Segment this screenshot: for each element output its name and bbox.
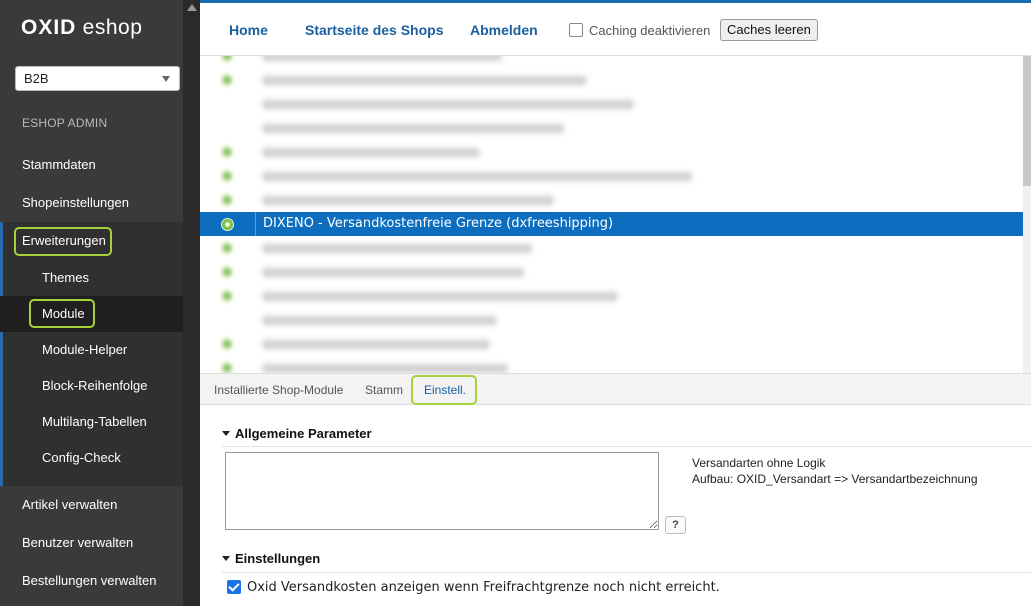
list-item[interactable] [200,56,1023,68]
sidebar-subitem-module[interactable]: Module [0,296,183,332]
blurred-title [262,268,524,277]
module-list: DIXENO - Versandkostenfreie Grenze (dxfr… [200,56,1031,373]
list-item[interactable] [200,356,1023,373]
module-tabs: Installierte Shop-Module Stamm Einstell. [200,373,1031,405]
status-dot [222,291,232,301]
list-item[interactable] [200,188,1023,212]
status-dot [222,363,232,373]
caret-down-icon [222,556,230,562]
show-shipping-cost-label: Oxid Versandkosten anzeigen wenn Freifra… [247,580,720,595]
clear-caches-button[interactable]: Caches leeren [720,19,818,41]
list-item[interactable] [200,164,1023,188]
section-einstellungen[interactable]: Einstellungen [222,551,320,566]
list-item[interactable] [200,68,1023,92]
status-dot [222,339,232,349]
status-dot [222,267,232,277]
section-divider [222,446,1031,447]
admin-page: OXID eshop B2B ESHOP ADMIN Stammdaten Sh… [0,0,1031,606]
home-link[interactable]: Home [229,22,268,38]
help-button[interactable]: ? [665,516,686,534]
blurred-title [262,172,692,181]
blurred-title [262,76,587,85]
chevron-down-icon [162,76,170,82]
list-item[interactable] [200,332,1023,356]
blurred-title [262,196,554,205]
status-dot [222,243,232,253]
scroll-up-icon[interactable] [187,4,197,11]
sidebar-scrollbar[interactable] [183,0,200,606]
list-item[interactable] [200,260,1023,284]
status-dot [222,56,232,61]
sidebar-subitem-multilang-tabellen[interactable]: Multilang-Tabellen [0,404,183,440]
sidebar-subitem-block-reihenfolge[interactable]: Block-Reihenfolge [0,368,183,404]
caching-checkbox[interactable] [569,23,583,37]
caching-label: Caching deaktivieren [589,23,711,38]
shipping-types-textarea[interactable] [225,452,659,530]
blurred-title [262,100,634,109]
status-dot [222,75,232,85]
list-item[interactable] [200,284,1023,308]
sidebar-section-label: ESHOP ADMIN [22,116,108,130]
tab-stamm[interactable]: Stamm [365,383,403,397]
shop-start-link[interactable]: Startseite des Shops [305,22,444,38]
list-item-selected[interactable]: DIXENO - Versandkostenfreie Grenze (dxfr… [200,212,1023,236]
list-item[interactable] [200,92,1023,116]
blurred-title [262,340,490,349]
status-dot [222,147,232,157]
blurred-title [262,316,497,325]
active-status-icon [221,218,234,231]
tab-einstellungen[interactable]: Einstell. [424,383,466,397]
sidebar-item-erweiterungen[interactable]: Erweiterungen [0,223,183,259]
sidebar-item-shopeinstellungen[interactable]: Shopeinstellungen [0,185,183,221]
sidebar-item-bestellungen-verwalten[interactable]: Bestellungen verwalten [0,563,183,599]
sidebar-item-benutzer-verwalten[interactable]: Benutzer verwalten [0,525,183,561]
help-text-line1: Versandarten ohne Logik [692,456,826,470]
list-item[interactable] [200,308,1023,332]
status-dot [222,171,232,181]
selected-module-title: DIXENO - Versandkostenfreie Grenze (dxfr… [263,216,614,231]
sidebar-item-artikel-verwalten[interactable]: Artikel verwalten [0,487,183,523]
logout-link[interactable]: Abmelden [470,22,538,38]
sidebar-subitem-module-helper[interactable]: Module-Helper [0,332,183,368]
section-divider [222,572,1031,573]
top-navigation: Home Startseite des Shops Abmelden Cachi… [200,0,1031,56]
sidebar-item-stammdaten[interactable]: Stammdaten [0,147,183,183]
blurred-title [262,124,564,133]
status-dot [222,195,232,205]
sidebar: OXID eshop B2B ESHOP ADMIN Stammdaten Sh… [0,0,183,606]
blurred-title [262,56,502,61]
sidebar-subitem-config-check[interactable]: Config-Check [0,440,183,476]
blurred-title [262,148,480,157]
help-text-line2: Aufbau: OXID_Versandart => Versandartbez… [692,472,978,486]
list-item[interactable] [200,116,1023,140]
shop-selector-value: B2B [24,71,49,86]
section-allgemeine-parameter[interactable]: Allgemeine Parameter [222,426,372,441]
list-scrollbar-thumb[interactable] [1023,56,1031,186]
sidebar-subitem-themes[interactable]: Themes [0,260,183,296]
blurred-title [262,292,618,301]
blurred-title [262,364,508,373]
blurred-title [262,244,532,253]
list-item[interactable] [200,236,1023,260]
list-item[interactable] [200,140,1023,164]
shop-selector[interactable]: B2B [15,66,180,91]
tab-installierte-module[interactable]: Installierte Shop-Module [214,383,343,397]
row-divider [255,212,256,236]
caret-down-icon [222,431,230,437]
oxid-logo[interactable]: OXID eshop [21,16,142,40]
show-shipping-cost-checkbox[interactable] [227,580,241,594]
